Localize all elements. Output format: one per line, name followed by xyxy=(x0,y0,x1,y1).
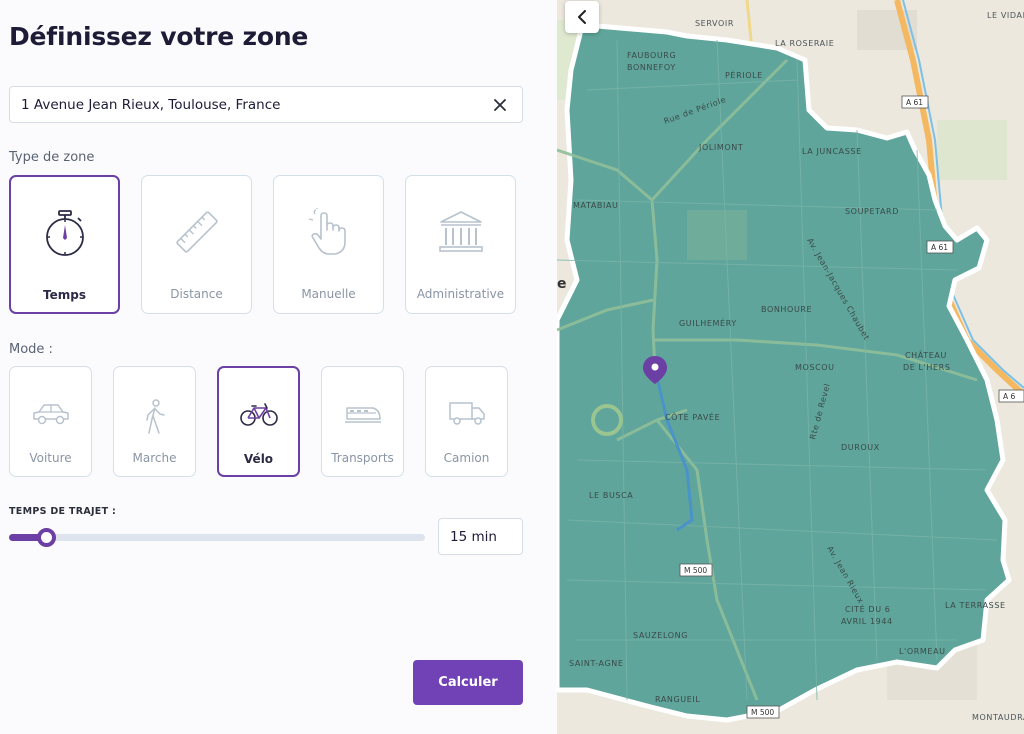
map-label-periole: PÉRIOLE xyxy=(725,69,763,80)
map-label-bonnefoy: BONNEFOY xyxy=(627,63,676,72)
zone-type-label-time: Temps xyxy=(43,288,86,302)
mode-label-truck: Camion xyxy=(443,451,490,465)
svg-text:M 500: M 500 xyxy=(684,566,707,575)
zone-type-distance[interactable]: Distance xyxy=(141,175,252,314)
zone-type-time[interactable]: Temps xyxy=(9,175,120,314)
chevron-left-icon xyxy=(578,10,586,24)
calculate-button[interactable]: Calculer xyxy=(413,660,523,705)
map-label-moscou: MOSCOU xyxy=(795,363,835,372)
address-input[interactable] xyxy=(10,87,478,122)
mode-truck[interactable]: Camion xyxy=(425,366,508,477)
map-label-la-terrasse: LA TERRASSE xyxy=(945,601,1006,610)
road-shield: A 61 xyxy=(901,95,929,109)
travel-time-label: TEMPS DE TRAJET : xyxy=(9,506,117,517)
map-label-l-ormeau: L'ORMEAU xyxy=(899,647,946,656)
road-shield: M 500 xyxy=(679,563,713,577)
hand-pointer-icon xyxy=(308,208,346,255)
zone-type-label-distance: Distance xyxy=(170,287,223,301)
map-label-servoir: SERVOIR xyxy=(695,19,734,28)
map-label-avril-1944: AVRIL 1944 xyxy=(841,617,893,626)
zone-type-manual[interactable]: Manuelle xyxy=(273,175,384,314)
mode-bicycle[interactable]: Vélo xyxy=(217,366,300,477)
collapse-panel-button[interactable] xyxy=(565,1,599,33)
map-label-montaudran: MONTAUDRAN xyxy=(972,713,1024,722)
road-shield: A 6 xyxy=(998,389,1024,403)
travel-time-input[interactable]: 15 min xyxy=(438,518,523,555)
building-icon xyxy=(438,211,483,252)
page-title: Définissez votre zone xyxy=(9,22,309,51)
truck-icon xyxy=(448,402,485,425)
mode-label: Mode : xyxy=(9,342,53,357)
zone-type-label-manual: Manuelle xyxy=(301,287,356,301)
map-label-le-vidal: LE VIDAL xyxy=(987,11,1024,20)
road-shield: A 61 xyxy=(926,240,954,254)
mode-label-bicycle: Vélo xyxy=(243,452,274,466)
slider-thumb[interactable] xyxy=(37,528,56,547)
map-label-saint-agne: SAINT-AGNE xyxy=(569,659,623,668)
map-label-cote-pavee: CÔTE PAVÉE xyxy=(665,411,720,422)
mode-label-car: Voiture xyxy=(29,451,72,465)
mode-label-transit: Transports xyxy=(331,451,394,465)
address-field[interactable] xyxy=(9,86,523,123)
map-label-guilhemery: GUILHEMÉRY xyxy=(679,317,737,328)
mode-car[interactable]: Voiture xyxy=(9,366,92,477)
map-label-bonhoure: BONHOURE xyxy=(761,305,812,314)
mode-label-walking: Marche xyxy=(132,451,177,465)
map-label-soupetard: SOUPETARD xyxy=(845,207,899,216)
road-shield: M 500 xyxy=(746,705,780,719)
map-label-de-l-hers: DE L'HERS xyxy=(903,363,951,372)
map-canvas[interactable]: SERVOIR LA ROSERAIE LE VIDAL FAUBOURG BO… xyxy=(557,0,1024,734)
car-icon xyxy=(32,404,69,425)
map-label-faubourg: FAUBOURG xyxy=(627,51,676,60)
ruler-icon xyxy=(175,211,218,253)
stopwatch-icon xyxy=(45,210,84,256)
map-label-jolimont: JOLIMONT xyxy=(698,143,743,152)
slider-track[interactable] xyxy=(9,534,425,541)
close-icon xyxy=(494,98,506,111)
map-label-la-juncasse: LA JUNCASSE xyxy=(802,147,862,156)
map-label-le-busca: LE BUSCA xyxy=(589,491,633,500)
map-label-sauzelong: SAUZELONG xyxy=(633,631,688,640)
mode-walking[interactable]: Marche xyxy=(113,366,196,477)
zone-type-label-administrative: Administrative xyxy=(416,287,505,301)
bicycle-icon xyxy=(239,403,278,426)
svg-text:A 61: A 61 xyxy=(906,98,923,107)
train-icon xyxy=(344,407,381,423)
travel-time-slider[interactable] xyxy=(9,525,425,549)
map-view[interactable]: SERVOIR LA ROSERAIE LE VIDAL FAUBOURG BO… xyxy=(557,0,1024,734)
map-label-edge: e xyxy=(557,276,567,292)
clear-address-button[interactable] xyxy=(478,87,522,122)
zone-type-label: Type de zone xyxy=(9,150,95,165)
zone-type-administrative[interactable]: Administrative xyxy=(405,175,516,314)
map-label-duroux: DUROUX xyxy=(841,443,880,452)
map-label-cite-du-6: CITÉ DU 6 xyxy=(845,603,890,614)
svg-text:A 6: A 6 xyxy=(1003,392,1016,401)
map-label-matabiau: MATABIAU xyxy=(573,201,618,210)
svg-text:A 61: A 61 xyxy=(931,243,948,252)
walking-icon xyxy=(145,399,165,434)
map-label-rangueil: RANGUEIL xyxy=(655,695,700,704)
map-label-chateau: CHÂTEAU xyxy=(905,349,947,360)
map-label-la-roseraie: LA ROSERAIE xyxy=(775,39,834,48)
svg-text:M 500: M 500 xyxy=(751,708,774,717)
zone-definition-panel: Définissez votre zone Type de zone Temps xyxy=(0,0,557,734)
mode-transit[interactable]: Transports xyxy=(321,366,404,477)
